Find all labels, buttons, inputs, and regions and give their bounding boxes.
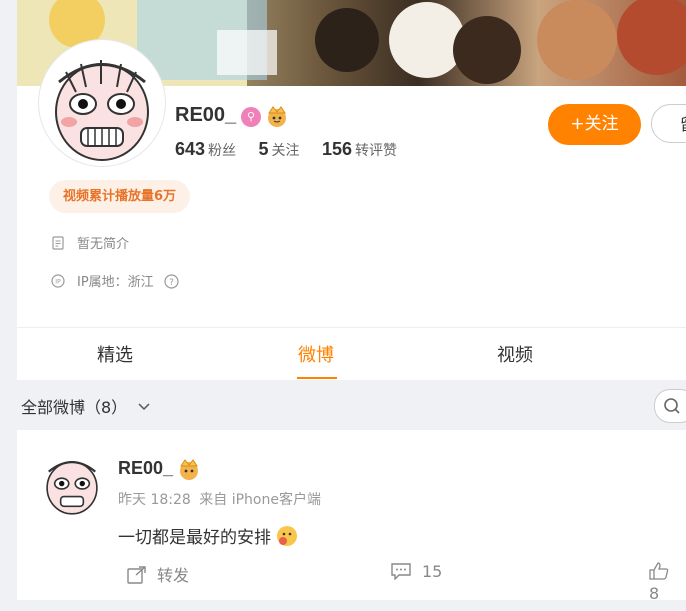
post-text: 一切都是最好的安排 [118, 528, 271, 548]
share-icon [127, 566, 147, 588]
stat-following[interactable]: 5 关注 [259, 139, 300, 159]
crown-icon [265, 105, 289, 131]
post-meta: 昨天 18:28 来自 iPhone客户端 [118, 489, 321, 509]
profile-stats: 643 粉丝 5 关注 156 转评赞 [175, 139, 397, 160]
help-icon[interactable]: ? [164, 274, 179, 293]
chevron-down-icon [138, 396, 150, 415]
tab-video[interactable]: 视频 [497, 341, 533, 367]
profile-avatar[interactable] [39, 40, 165, 166]
thumbs-up-icon [649, 562, 669, 584]
svg-text:?: ? [169, 278, 174, 288]
search-icon [663, 397, 681, 419]
active-tab-indicator [297, 377, 337, 379]
bio-row: 暂无简介 [51, 233, 129, 252]
weibo-filter-dropdown[interactable]: 全部微博（8） [21, 394, 150, 418]
message-button[interactable]: 留 [651, 104, 686, 143]
post-time[interactable]: 昨天 18:28 [118, 492, 191, 508]
ip-icon: IP [51, 274, 65, 288]
ip-location-row: IP IP属地：浙江 ? [51, 271, 179, 293]
post-source: 来自 iPhone客户端 [199, 492, 321, 508]
post-avatar[interactable] [39, 450, 105, 516]
repost-button[interactable]: 转发 [127, 562, 189, 588]
comment-count: 15 [422, 562, 443, 581]
verified-badge-icon: ⚲ [241, 107, 261, 127]
profile-card: RE00_ ⚲ 643粉丝 5关注 156转评赞 +关注 留 视频累计播放量6万… [17, 0, 686, 380]
follow-button[interactable]: +关注 [548, 104, 641, 145]
bio-text: 暂无简介 [77, 237, 130, 252]
thinking-emoji-icon [276, 525, 298, 552]
crown-icon [177, 458, 201, 484]
like-count: 8 [649, 584, 660, 603]
profile-username: RE00_ [175, 104, 237, 126]
search-button[interactable] [654, 389, 686, 423]
post-username[interactable]: RE00_ [118, 458, 173, 479]
post-content: 一切都是最好的安排 [118, 523, 298, 552]
tab-featured[interactable]: 精选 [97, 341, 133, 367]
tabs-divider [17, 327, 686, 328]
comment-icon [390, 562, 412, 584]
comment-button[interactable]: 15 [390, 562, 442, 584]
stat-interactions: 156 转评赞 [321, 139, 398, 159]
stat-followers[interactable]: 643 粉丝 [175, 139, 236, 159]
document-icon [51, 236, 65, 250]
filter-label: 全部微博（8） [21, 398, 128, 417]
ip-location-text: IP属地：浙江 [77, 275, 154, 290]
video-plays-tag: 视频累计播放量6万 [49, 180, 191, 213]
svg-text:IP: IP [55, 279, 61, 286]
like-button[interactable]: 8 [649, 562, 686, 603]
repost-label: 转发 [157, 566, 190, 585]
weibo-post-card: RE00_ 昨天 18:28 来自 iPhone客户端 一切都是最好的安排 转发… [17, 430, 686, 603]
tab-weibo[interactable]: 微博 [298, 341, 334, 367]
